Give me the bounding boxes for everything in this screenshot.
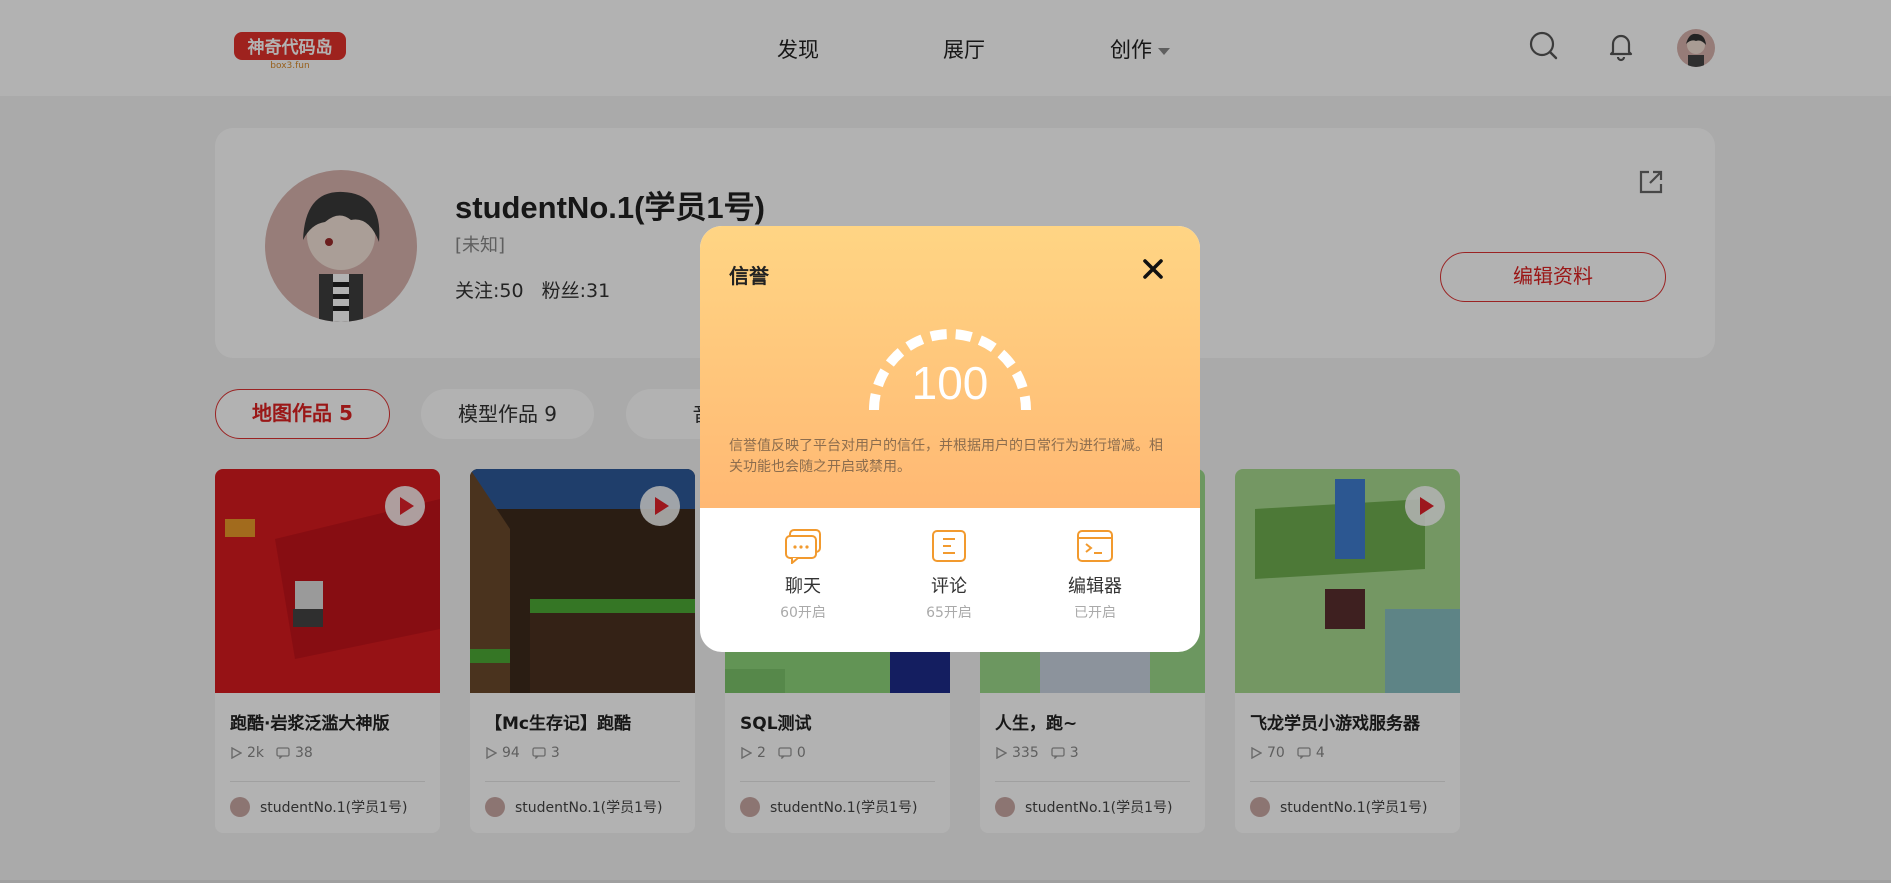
comment-icon [932,530,966,562]
feature-chat: 聊天 60开启 [748,528,858,622]
feature-editor: 编辑器 已开启 [1040,528,1150,622]
feature-status: 已开启 [1074,605,1116,621]
close-icon[interactable] [1140,256,1166,282]
chat-icon [785,529,821,564]
modal-title: 信誉 [729,264,769,288]
feature-name: 编辑器 [1068,576,1122,597]
credit-score: 100 [911,357,989,409]
feature-status: 65开启 [926,605,972,621]
feature-comment: 评论 65开启 [894,528,1004,622]
credit-modal: 信誉 100 信誉值反映了平台对用户的信任，并根据用户的日常行为进行增减。相关功… [700,226,1200,652]
editor-icon [1077,530,1113,562]
feature-name: 评论 [931,576,967,597]
feature-name: 聊天 [785,576,821,597]
credit-description: 信誉值反映了平台对用户的信任，并根据用户的日常行为进行增减。相关功能也会随之开启… [729,438,1163,475]
feature-status: 60开启 [780,605,826,621]
